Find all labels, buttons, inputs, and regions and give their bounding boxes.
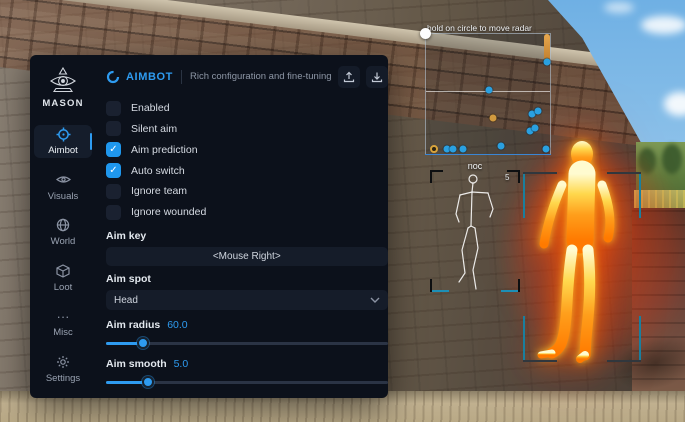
radar-drag-handle[interactable] bbox=[420, 28, 431, 39]
radar-dot bbox=[486, 87, 493, 94]
checkbox-label: Auto switch bbox=[131, 165, 185, 177]
slider[interactable] bbox=[106, 376, 388, 388]
aim-radius-label: Aim radius 60.0 bbox=[106, 319, 388, 331]
checkbox[interactable] bbox=[106, 101, 121, 116]
sidebar-item-label: Loot bbox=[54, 282, 73, 293]
radar-dot bbox=[430, 145, 438, 153]
export-config-button[interactable] bbox=[366, 66, 388, 88]
mason-eye-logo bbox=[49, 67, 77, 94]
sidebar-item-visuals[interactable]: Visuals bbox=[34, 171, 92, 204]
checkbox[interactable] bbox=[106, 184, 121, 199]
checkbox-label: Ignore team bbox=[131, 185, 187, 197]
chevron-down-icon bbox=[370, 297, 380, 303]
radar-dot bbox=[490, 115, 497, 122]
aim-key-label: Aim key bbox=[106, 230, 388, 242]
aim-spot-value: Head bbox=[114, 295, 370, 306]
radar-dot bbox=[450, 146, 457, 153]
aimbot-tab-content: AIMBOT Rich configuration and fine-tunin… bbox=[96, 55, 401, 398]
aim-key-button[interactable]: <Mouse Right> bbox=[106, 247, 388, 267]
aim-radius-value: 60.0 bbox=[167, 319, 187, 331]
sidebar-item-loot[interactable]: Loot bbox=[34, 262, 92, 295]
radar-dot bbox=[532, 125, 539, 132]
checkbox-label: Silent aim bbox=[131, 123, 177, 135]
ring-icon bbox=[106, 70, 120, 84]
sidebar-item-label: Visuals bbox=[48, 191, 78, 202]
tab-subtitle: Rich configuration and fine-tuning bbox=[190, 71, 332, 82]
slider[interactable] bbox=[106, 337, 388, 349]
tab-title: AIMBOT bbox=[126, 71, 173, 83]
cheat-menu-window: MASON Aimbot Visuals bbox=[30, 55, 388, 398]
checkbox-row-ignore-wounded[interactable]: Ignore wounded bbox=[106, 202, 388, 223]
import-config-button[interactable] bbox=[338, 66, 360, 88]
aim-smooth-value: 5.0 bbox=[174, 358, 189, 370]
radar[interactable] bbox=[425, 33, 551, 155]
aim-smooth-label: Aim smooth 5.0 bbox=[106, 358, 388, 370]
upload-icon bbox=[343, 71, 355, 83]
download-icon bbox=[371, 71, 383, 83]
slider-thumb[interactable] bbox=[142, 376, 154, 388]
radar-dot bbox=[460, 146, 467, 153]
ellipsis-icon: ··· bbox=[57, 308, 70, 324]
sidebar-item-label: Aimbot bbox=[48, 145, 78, 156]
gear-icon bbox=[56, 354, 70, 370]
sidebar-item-world[interactable]: World bbox=[34, 216, 92, 249]
checkbox-row-enabled[interactable]: Enabled bbox=[106, 98, 388, 119]
checkbox-label: Ignore wounded bbox=[131, 206, 206, 218]
checkbox-row-silent-aim[interactable]: Silent aim bbox=[106, 119, 388, 140]
checkbox-row-aim-prediction[interactable]: Aim prediction bbox=[106, 139, 388, 160]
sidebar-item-label: World bbox=[51, 236, 76, 247]
checkbox[interactable] bbox=[106, 163, 121, 178]
aim-spot-select[interactable]: Head bbox=[106, 290, 388, 310]
globe-icon bbox=[56, 217, 70, 233]
brand: MASON bbox=[42, 67, 83, 109]
skeleton-esp bbox=[430, 170, 520, 292]
crate-icon bbox=[56, 263, 70, 279]
game-screen: noc 5 hold on circle to move radar bbox=[0, 0, 685, 422]
checkbox-row-ignore-team[interactable]: Ignore team bbox=[106, 181, 388, 202]
checkbox[interactable] bbox=[106, 121, 121, 136]
sidebar-item-settings[interactable]: Settings bbox=[34, 353, 92, 386]
divider bbox=[181, 70, 182, 84]
slider-thumb[interactable] bbox=[137, 337, 149, 349]
aim-spot-label: Aim spot bbox=[106, 273, 388, 285]
radar-hint-text: hold on circle to move radar bbox=[427, 23, 532, 33]
sidebar-item-misc[interactable]: ··· Misc bbox=[34, 307, 92, 340]
sidebar: MASON Aimbot Visuals bbox=[30, 55, 96, 398]
cloud bbox=[604, 2, 634, 13]
radar-dot bbox=[543, 146, 550, 153]
eye-icon bbox=[56, 172, 71, 188]
checkbox-label: Enabled bbox=[131, 102, 170, 114]
checkbox[interactable] bbox=[106, 205, 121, 220]
radar-dot bbox=[498, 143, 505, 150]
target-bracket bbox=[523, 172, 641, 362]
tab-header: AIMBOT Rich configuration and fine-tunin… bbox=[106, 65, 388, 89]
radar-dot bbox=[544, 59, 551, 66]
checkbox-row-auto-switch[interactable]: Auto switch bbox=[106, 160, 388, 181]
radar-marker-bar bbox=[544, 34, 550, 61]
brand-name: MASON bbox=[42, 98, 83, 109]
crosshair-icon bbox=[56, 126, 71, 142]
checkbox-label: Aim prediction bbox=[131, 144, 198, 156]
radar-dot bbox=[535, 108, 542, 115]
cloud bbox=[641, 16, 685, 34]
sidebar-item-aimbot[interactable]: Aimbot bbox=[34, 125, 92, 158]
sidebar-item-label: Misc bbox=[53, 327, 73, 338]
checkbox[interactable] bbox=[106, 142, 121, 157]
sidebar-item-label: Settings bbox=[46, 373, 80, 384]
skeleton-esp-bracket bbox=[430, 170, 520, 292]
